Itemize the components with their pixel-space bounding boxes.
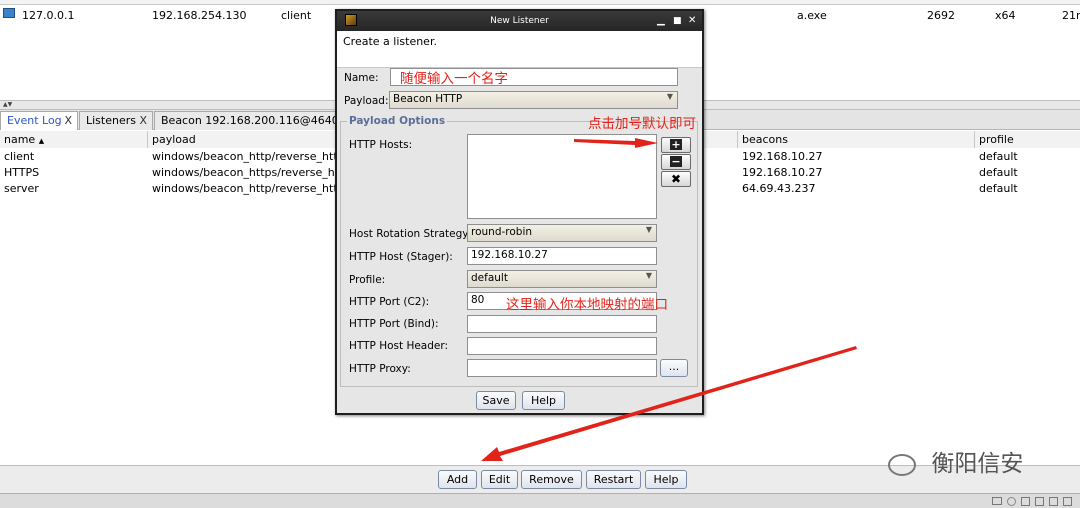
annotation-arrows [481,138,857,461]
watermark: 衡阳信安 [888,444,1023,478]
wechat-icon [888,453,916,476]
arrow-to-plus-icon [574,138,658,148]
watermark-text: 衡阳信安 [931,451,1024,477]
arrow-to-add-button-icon [481,346,857,461]
